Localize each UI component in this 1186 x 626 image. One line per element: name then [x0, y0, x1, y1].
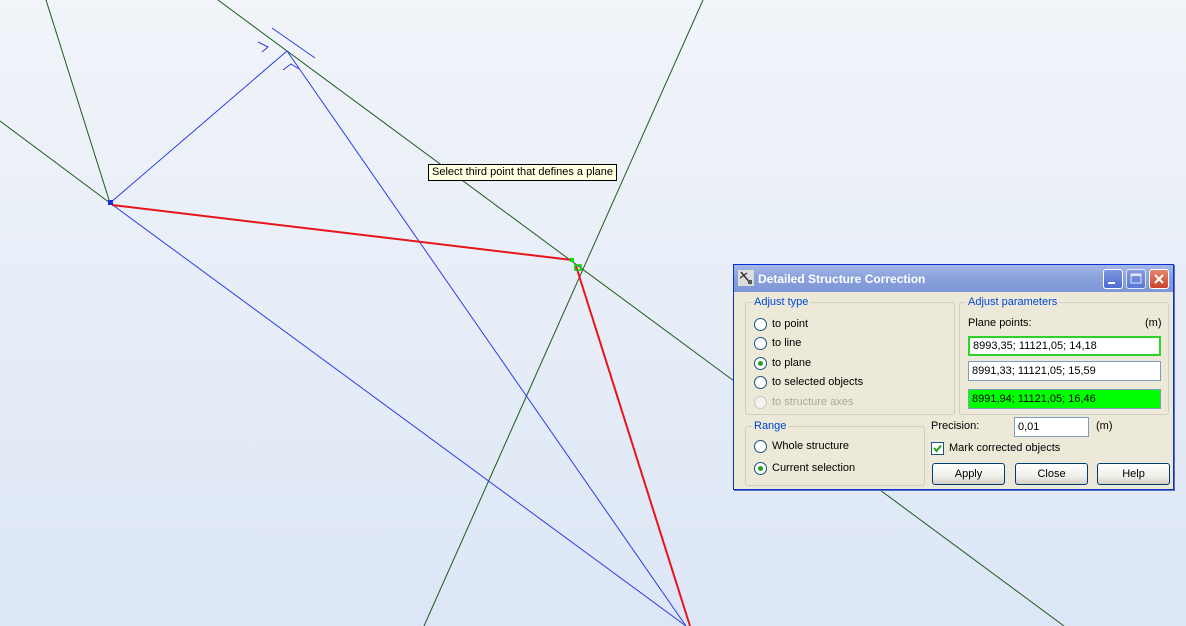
radio-label: to structure axes [772, 396, 854, 408]
radio-label: to point [772, 318, 809, 330]
axis-line [879, 489, 1065, 626]
checkmark-icon [933, 444, 942, 453]
radio-button[interactable] [754, 317, 767, 331]
dialog-titlebar[interactable]: Detailed Structure Correction [734, 265, 1173, 292]
adjust-type-title: Adjust type [752, 296, 811, 308]
close-button[interactable]: Close [1015, 463, 1088, 485]
range-title: Range [752, 420, 789, 432]
radio-label: Current selection [772, 462, 856, 474]
radio-label: to plane [772, 357, 812, 369]
adjust-parameters-title: Adjust parameters [966, 296, 1060, 308]
help-button[interactable]: Help [1097, 463, 1170, 485]
radio-to-point[interactable]: to point [754, 316, 808, 332]
structure-line [109, 50, 288, 204]
radio-to-line[interactable]: to line [754, 335, 801, 351]
selected-line [111, 204, 573, 261]
checkbox[interactable] [931, 441, 944, 455]
dialog-title: Detailed Structure Correction [758, 272, 926, 286]
plane-point-2-field[interactable]: 8991,33; 11121,05; 15,59 [968, 361, 1161, 381]
adjust-type-group: Adjust type to point to line to plane to… [745, 296, 955, 415]
structure-tool-icon [738, 270, 754, 286]
apply-button[interactable]: Apply [932, 463, 1005, 485]
radio-button[interactable] [754, 439, 767, 453]
structure-marker [271, 27, 316, 59]
hint-tooltip: Select third point that defines a plane [428, 164, 618, 181]
plane-point-1-field[interactable]: 8993,35; 11121,05; 14,18 [968, 336, 1161, 356]
radio-label: to line [772, 337, 802, 349]
radio-to-selected-objects[interactable]: to selected objects [754, 374, 863, 390]
axis-line [45, 0, 111, 204]
node-marker [570, 258, 574, 262]
plane-points-label: Plane points: [968, 317, 1032, 329]
close-icon[interactable] [1149, 269, 1169, 289]
radio-button[interactable] [754, 336, 767, 350]
node-marker [108, 200, 113, 205]
adjust-parameters-group: Adjust parameters Plane points: (m) 8993… [959, 296, 1169, 415]
radio-label: to selected objects [772, 376, 864, 388]
range-group: Range Whole structure Current selection [745, 420, 925, 486]
radio-to-structure-axes: to structure axes [754, 394, 853, 410]
radio-button[interactable] [754, 375, 767, 389]
mark-corrected-checkbox-row[interactable]: Mark corrected objects [931, 440, 1060, 456]
radio-button-disabled [754, 395, 767, 409]
minimize-button[interactable] [1103, 269, 1123, 289]
selected-line [575, 265, 691, 626]
radio-current-selection[interactable]: Current selection [754, 460, 855, 476]
precision-input[interactable]: 0,01 [1014, 417, 1089, 437]
structure-correction-dialog: Detailed Structure Correction Adjust typ… [733, 264, 1174, 490]
maximize-button[interactable] [1126, 269, 1146, 289]
axis-line [0, 120, 111, 204]
precision-label: Precision: [931, 420, 980, 432]
structure-line [286, 50, 687, 626]
structure-line [109, 202, 687, 626]
radio-button-selected[interactable] [754, 461, 767, 475]
checkbox-label: Mark corrected objects [949, 442, 1061, 454]
structure-marker [257, 41, 269, 53]
radio-button-selected[interactable] [754, 356, 767, 370]
precision-unit: (m) [1096, 420, 1113, 432]
radio-to-plane[interactable]: to plane [754, 355, 811, 371]
radio-label: Whole structure [772, 440, 850, 452]
radio-whole-structure[interactable]: Whole structure [754, 438, 849, 454]
plane-point-3-field[interactable]: 8991,94; 11121,05; 16,46 [968, 389, 1161, 409]
plane-points-unit: (m) [1145, 317, 1162, 329]
